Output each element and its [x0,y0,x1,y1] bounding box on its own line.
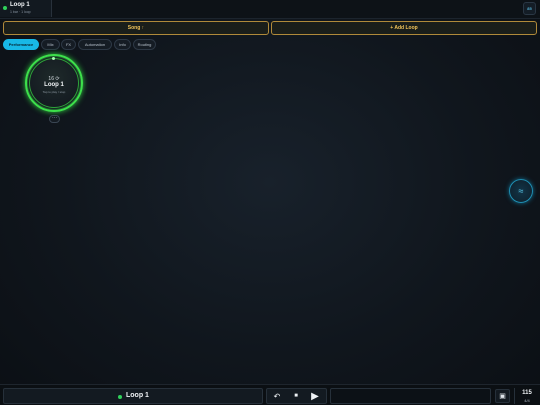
top-right-button[interactable]: 85 [523,2,536,15]
project-title: Loop 1 [10,2,30,8]
transport-controls: ↶ ■ ▶ [266,388,327,404]
now-playing-label: Loop 1 [126,392,149,399]
song-button[interactable]: Song ↑ [3,21,269,35]
project-subtitle: 1 bar · 1 loop [10,10,31,14]
tab-performance[interactable]: Performance [3,39,39,50]
stop-icon: ■ [294,393,298,399]
tab-routing[interactable]: Routing [133,39,156,50]
play-button[interactable]: ▶ [307,389,323,403]
tab-info[interactable]: Info [114,39,131,50]
undo-button[interactable]: ↶ [269,389,285,403]
loop-name: Loop 1 [44,82,64,88]
view-toggle-button[interactable]: ▣ [495,389,510,403]
stop-button[interactable]: ■ [288,389,304,403]
waves-icon: ≈ [518,186,524,196]
project-selector[interactable]: Loop 1 1 bar · 1 loop [0,0,52,17]
play-icon: ▶ [311,390,319,402]
now-playing-panel[interactable]: Loop 1 [3,388,263,404]
view-icon: ▣ [499,393,506,400]
transport-bar: Loop 1 ↶ ■ ▶ ▣ 115 4/4 [0,384,540,405]
tab-automation[interactable]: Automation [78,39,112,50]
undo-icon: ↶ [273,391,281,401]
now-playing-status-dot [118,395,122,399]
waves-button[interactable]: ≈ [509,179,533,203]
tempo-display[interactable]: 115 4/4 [514,388,538,404]
loop-tile[interactable]: 16 ⟳ Loop 1 Tap to play / stop [25,54,83,112]
app-window: Loop 1 1 bar · 1 loop 85 Song ↑ + Add Lo… [0,0,540,405]
project-status-dot [3,6,7,10]
tempo-bpm: 115 [522,390,532,396]
tab-fx[interactable]: FX [61,39,76,50]
add-loop-button[interactable]: + Add Loop [271,21,537,35]
loop-more-button[interactable]: ··· [49,115,60,123]
top-bar: Loop 1 1 bar · 1 loop 85 [0,0,540,19]
loop-playhead-dot [52,57,55,60]
time-signature: 4/4 [524,398,530,403]
tab-mix[interactable]: Mix [41,39,60,50]
info-display [330,388,491,404]
loop-status-text: Tap to play / stop [42,90,66,94]
